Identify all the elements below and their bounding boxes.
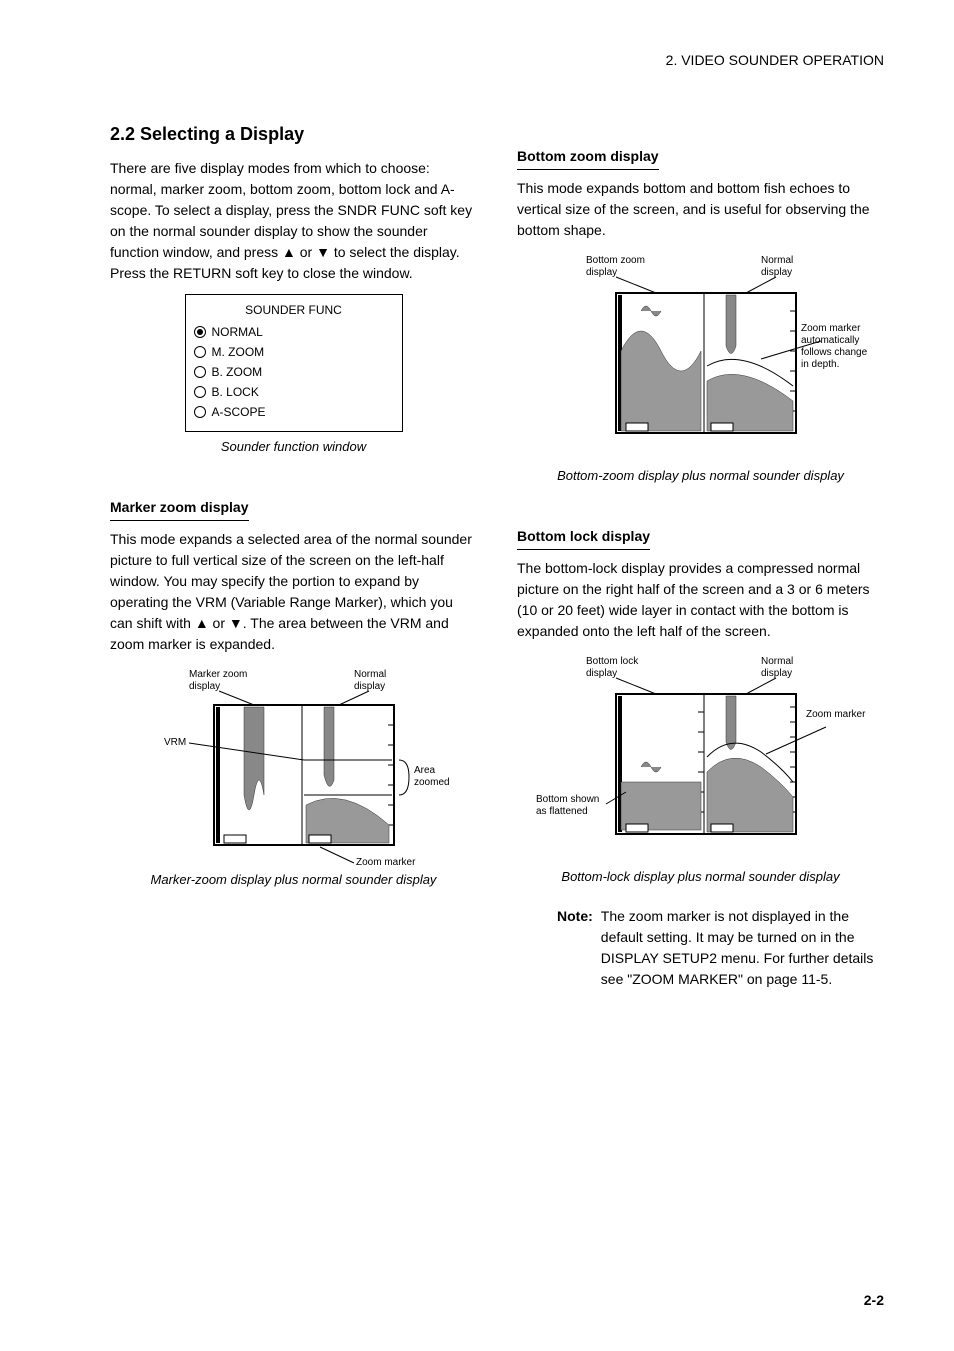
svg-text:as flattened: as flattened [536,806,588,817]
svg-text:Normal: Normal [354,669,386,680]
func-option: A-SCOPE [194,403,394,421]
svg-text:Zoom marker: Zoom marker [806,709,866,720]
svg-text:Zoom marker: Zoom marker [801,323,861,334]
func-option: B. LOCK [194,383,394,401]
svg-text:automatically: automatically [801,335,859,346]
svg-text:display: display [189,681,220,692]
func-option: NORMAL [194,323,394,341]
svg-text:Marker zoom: Marker zoom [189,669,247,680]
intro-paragraph: There are five display modes from which … [110,158,477,284]
svg-text:display: display [761,267,792,278]
note: Note: The zoom marker is not displayed i… [517,906,884,990]
svg-text:Bottom lock: Bottom lock [586,656,639,667]
svg-text:Bottom zoom: Bottom zoom [586,255,645,266]
marker-zoom-diagram: Marker zoom display Normal display [110,665,477,865]
caption: Bottom-lock display plus normal sounder … [517,867,884,887]
bottom-zoom-text: This mode expands bottom and bottom fish… [517,178,884,241]
note-text: The zoom marker is not displayed in the … [601,906,884,990]
radio-icon [194,366,206,378]
chapter-header: 2. VIDEO SOUNDER OPERATION [110,50,884,71]
radio-icon [194,386,206,398]
func-option: B. ZOOM [194,363,394,381]
svg-text:follows change: follows change [801,347,868,358]
svg-text:display: display [586,267,617,278]
svg-text:in depth.: in depth. [801,359,839,370]
marker-zoom-text: This mode expands a selected area of the… [110,529,477,655]
bottom-zoom-heading: Bottom zoom display [517,146,659,170]
bottom-zoom-diagram: Bottom zoom display Normal display [517,251,884,461]
svg-text:Zoom marker: Zoom marker [356,857,416,865]
svg-text:display: display [761,668,792,679]
marker-zoom-heading: Marker zoom display [110,497,249,521]
svg-text:zoomed: zoomed [414,777,450,788]
sounder-func-window: SOUNDER FUNC NORMAL M. ZOOM B. ZOOM B. L… [185,294,403,432]
svg-text:display: display [586,668,617,679]
radio-icon [194,326,206,338]
caption: Bottom-zoom display plus normal sounder … [517,466,884,486]
bottom-lock-heading: Bottom lock display [517,526,650,550]
right-column: Bottom zoom display This mode expands bo… [517,121,884,990]
svg-text:VRM: VRM [164,737,186,748]
svg-text:display: display [354,681,385,692]
svg-text:Normal: Normal [761,255,793,266]
func-option: M. ZOOM [194,343,394,361]
caption: Marker-zoom display plus normal sounder … [110,870,477,890]
page-number: 2-2 [864,1290,884,1311]
note-label: Note: [557,906,593,990]
svg-text:Normal: Normal [761,656,793,667]
svg-text:Area: Area [414,765,436,776]
svg-text:Bottom shown: Bottom shown [536,794,599,805]
section-title: 2.2 Selecting a Display [110,121,477,148]
func-window-title: SOUNDER FUNC [194,301,394,319]
caption: Sounder function window [110,437,477,457]
radio-icon [194,406,206,418]
bottom-lock-text: The bottom-lock display provides a compr… [517,558,884,642]
left-column: 2.2 Selecting a Display There are five d… [110,121,477,990]
bottom-lock-diagram: Bottom lock display Normal display [517,652,884,862]
radio-icon [194,346,206,358]
